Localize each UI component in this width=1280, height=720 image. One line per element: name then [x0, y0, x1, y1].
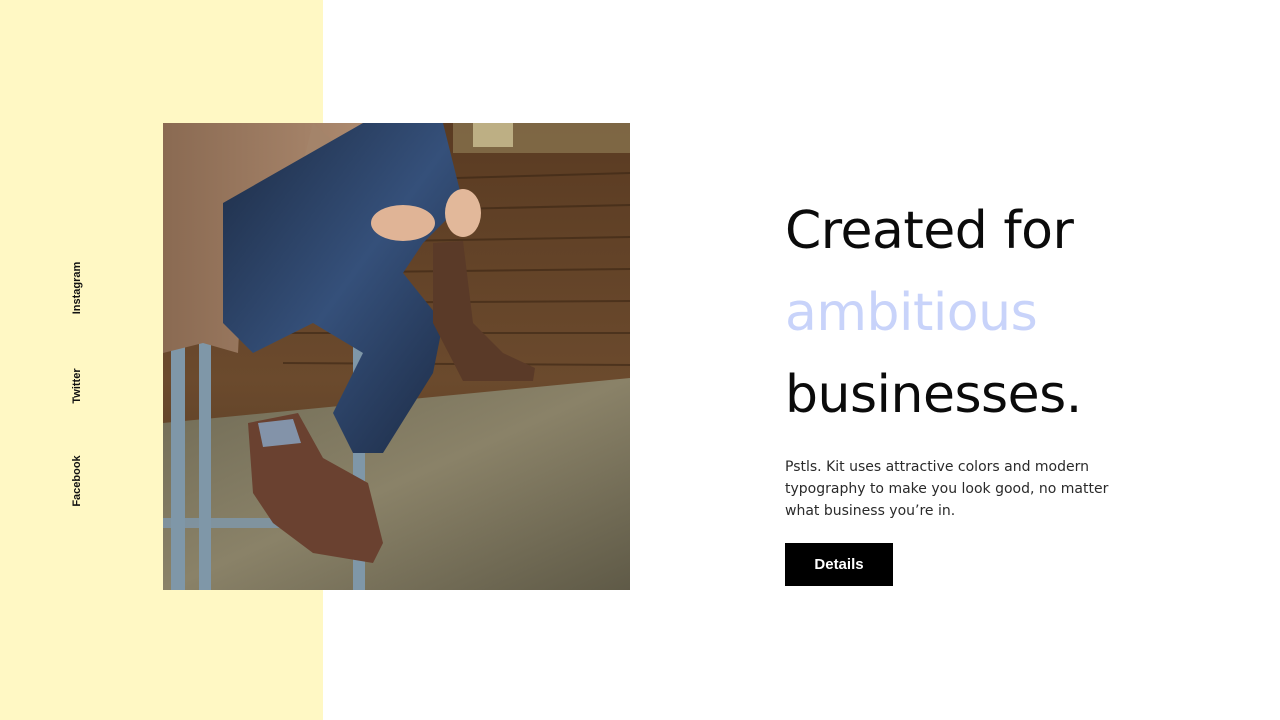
facebook-link[interactable]: Facebook — [71, 455, 83, 506]
hero-photo — [163, 123, 630, 590]
headline-line-3: businesses. — [785, 365, 1082, 425]
details-button[interactable]: Details — [785, 543, 893, 586]
page: Instagram Twitter Facebook Created for a… — [0, 0, 1280, 720]
instagram-link[interactable]: Instagram — [71, 262, 83, 315]
twitter-link[interactable]: Twitter — [71, 368, 83, 403]
hero-description: Pstls. Kit uses attractive colors and mo… — [785, 459, 1109, 519]
headline-line-1: Created for — [785, 201, 1074, 261]
headline: Created for ambitious businesses. — [785, 190, 1205, 436]
headline-accent-word: ambitious — [785, 283, 1038, 343]
hero-content: Created for ambitious businesses. Pstls.… — [785, 190, 1205, 586]
